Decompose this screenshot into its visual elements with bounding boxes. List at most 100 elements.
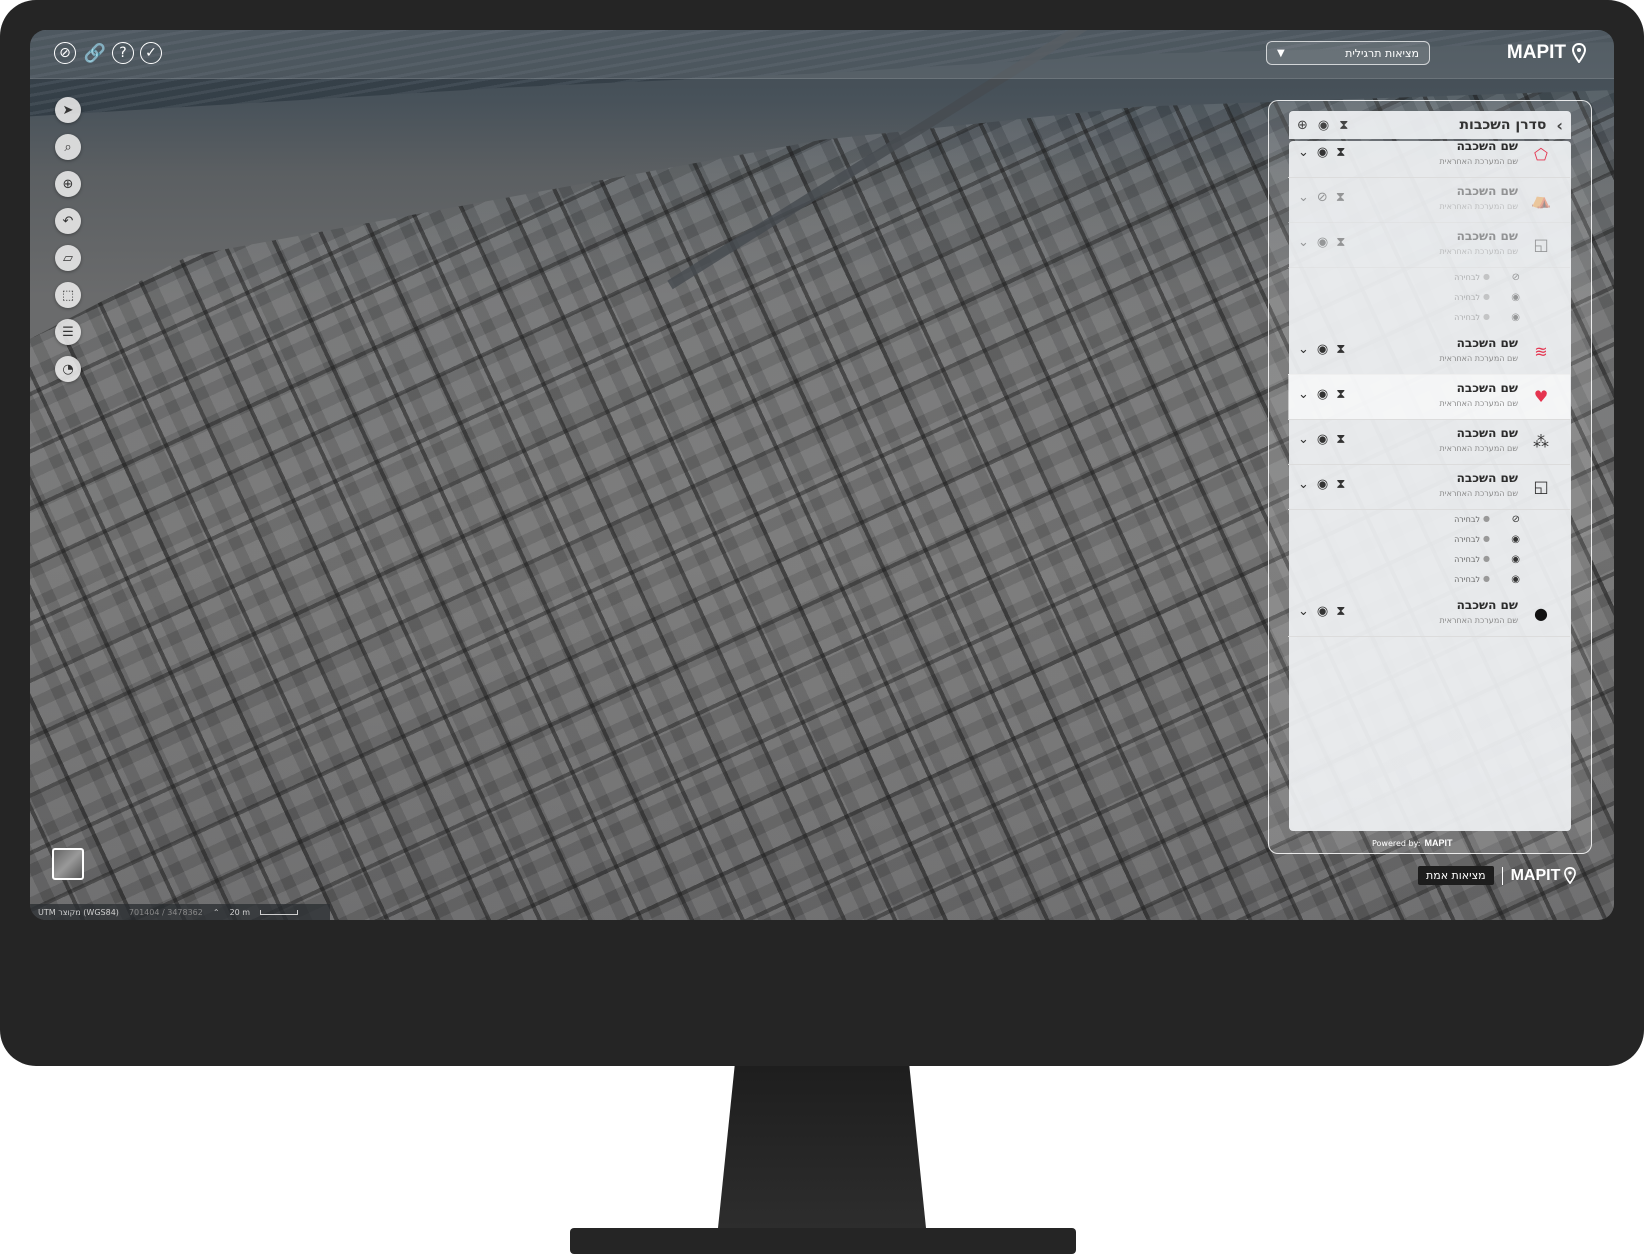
- monitor-frame: ⊘ 🔗 ? ✓ מציאות תרגילית ▼ MAPIT ➤ ⌕ ⊕ ↶ ▱…: [0, 0, 1644, 1066]
- layer-row[interactable]: ⌄ ◉ ⧗ ≋ שם השכבה שם המערכת האחראית: [1288, 329, 1570, 375]
- basemap-toggle[interactable]: [52, 848, 84, 880]
- logo-text: MAPIT: [1506, 42, 1566, 63]
- coordinates-readout: 701404 / 3478362: [128, 907, 203, 917]
- square-icon: ◱: [1533, 234, 1549, 254]
- area-select-icon[interactable]: ⬚: [55, 282, 81, 308]
- eye-icon[interactable]: ◉: [1511, 554, 1520, 565]
- satellite-off-icon[interactable]: ⊘: [54, 42, 76, 64]
- dot-icon: ●: [1483, 534, 1490, 543]
- help-icon[interactable]: ?: [112, 42, 134, 64]
- map-pin-icon: [1564, 867, 1577, 884]
- map-pin-icon: [1572, 43, 1586, 63]
- layers-gauge-icon[interactable]: ◔: [55, 356, 81, 382]
- crosshair-icon[interactable]: ⊕: [55, 171, 81, 197]
- eye-icon[interactable]: ◉: [1511, 534, 1520, 545]
- reality-badge[interactable]: מציאות אמת: [1418, 866, 1494, 885]
- sub-item-label: לבחירה: [1454, 535, 1480, 544]
- layer-sub-item[interactable]: ◉ ● לבחירה: [1288, 571, 1570, 591]
- projection-label[interactable]: UTM מקוצר (WGS84): [38, 908, 119, 917]
- filter-icon[interactable]: ⧗: [1336, 145, 1345, 160]
- eye-off-icon[interactable]: ⊘: [1512, 514, 1520, 525]
- ruler-icon[interactable]: ▱: [55, 245, 81, 271]
- scale-label: 20 m: [229, 907, 251, 917]
- chevron-down-icon[interactable]: ⌄: [1298, 477, 1309, 492]
- compass-icon[interactable]: ➤: [55, 97, 81, 123]
- layer-name: שם השכבה: [1456, 598, 1518, 612]
- eye-icon[interactable]: ◉: [1317, 387, 1328, 402]
- layer-sub-item[interactable]: ⊘ ● לבחירה: [1288, 511, 1570, 531]
- undo-icon[interactable]: ↶: [55, 208, 81, 234]
- layer-name: שם השכבה: [1456, 184, 1518, 198]
- add-layer-icon[interactable]: ⊕: [1297, 118, 1308, 133]
- layer-sub-item[interactable]: ◉ ● לבחירה: [1288, 531, 1570, 551]
- eye-icon[interactable]: ◉: [1317, 145, 1328, 160]
- chevron-up-icon[interactable]: ⌃: [213, 908, 220, 917]
- eye-icon[interactable]: ◉: [1317, 235, 1328, 250]
- filter-icon[interactable]: ⧗: [1336, 432, 1345, 447]
- eye-icon[interactable]: ◉: [1511, 292, 1520, 303]
- layer-sub-item[interactable]: ◉ ● לבחירה: [1288, 551, 1570, 571]
- layer-row[interactable]: ⌄ ⊘ ⧗ ⛺ שם השכבה שם המערכת האחראית: [1288, 177, 1570, 223]
- powered-by-logo: MAPIT: [1424, 838, 1453, 848]
- chevron-down-icon[interactable]: ⌄: [1298, 604, 1309, 619]
- divider: [1501, 866, 1503, 885]
- filter-icon[interactable]: ⧗: [1336, 604, 1345, 619]
- dot-icon: ●: [1483, 514, 1490, 523]
- check-circle-icon[interactable]: ✓: [140, 42, 162, 64]
- link-icon[interactable]: 🔗: [84, 42, 106, 64]
- eye-icon[interactable]: ◉: [1317, 477, 1328, 492]
- layer-system-name: שם המערכת האחראית: [1439, 489, 1518, 498]
- eye-icon[interactable]: ◉: [1317, 432, 1328, 447]
- sub-item-label: לבחירה: [1454, 575, 1480, 584]
- chevron-down-icon: ▼: [1277, 47, 1285, 59]
- layer-sub-item[interactable]: ◉ ● לבחירה: [1288, 309, 1570, 329]
- map-screen[interactable]: ⊘ 🔗 ? ✓ מציאות תרגילית ▼ MAPIT ➤ ⌕ ⊕ ↶ ▱…: [30, 30, 1614, 920]
- sub-item-label: לבחירה: [1454, 555, 1480, 564]
- chevron-down-icon[interactable]: ⌄: [1298, 342, 1309, 357]
- layer-system-name: שם המערכת האחראית: [1439, 247, 1518, 256]
- eye-icon[interactable]: ◉: [1317, 604, 1328, 619]
- square-icon: ◱: [1533, 476, 1549, 496]
- chevron-down-icon[interactable]: ⌄: [1298, 387, 1309, 402]
- eye-off-icon[interactable]: ⊘: [1317, 190, 1328, 205]
- layer-row[interactable]: ⌄ ◉ ⧗ ♥ שם השכבה שם המערכת האחראית: [1288, 374, 1570, 420]
- eye-icon[interactable]: ◉: [1511, 312, 1520, 323]
- powered-by: Powered by: MAPIT: [1372, 838, 1452, 848]
- filter-icon[interactable]: ⧗: [1336, 235, 1345, 250]
- layer-sub-item[interactable]: ◉ ● לבחירה: [1288, 289, 1570, 309]
- layer-controls: ⌄ ⊘ ⧗: [1298, 190, 1345, 205]
- layer-row[interactable]: ⌄ ◉ ⧗ ◱ שם השכבה שם המערכת האחראית: [1288, 464, 1570, 510]
- scenario-label: מציאות תרגילית: [1345, 46, 1419, 60]
- layer-controls: ⌄ ◉ ⧗: [1298, 432, 1345, 447]
- chevron-down-icon[interactable]: ⌄: [1298, 235, 1309, 250]
- eye-icon[interactable]: ◉: [1511, 574, 1520, 585]
- layer-row[interactable]: ⌄ ◉ ⧗ ⬠ שם השכבה שם המערכת האחראית: [1288, 132, 1570, 178]
- eye-icon[interactable]: ◉: [1318, 118, 1329, 133]
- dot-icon: ●: [1483, 554, 1490, 563]
- layer-row[interactable]: ⌄ ◉ ⧗ ● שם השכבה שם המערכת האחראית: [1288, 591, 1570, 637]
- filter-icon[interactable]: ⧗: [1336, 477, 1345, 492]
- filter-icon[interactable]: ⧗: [1336, 342, 1345, 357]
- layer-system-name: שם המערכת האחראית: [1439, 354, 1518, 363]
- chevron-down-icon[interactable]: ⌄: [1298, 145, 1309, 160]
- layer-system-name: שם המערכת האחראית: [1439, 157, 1518, 166]
- list-icon[interactable]: ☰: [55, 319, 81, 345]
- monitor-stand-base: [570, 1228, 1076, 1254]
- dot-icon: ●: [1483, 312, 1490, 321]
- filter-icon[interactable]: ⧗: [1336, 190, 1345, 205]
- eye-off-icon[interactable]: ⊘: [1512, 272, 1520, 283]
- tent-icon: ⛺: [1531, 189, 1551, 209]
- filter-icon[interactable]: ⧗: [1339, 118, 1348, 133]
- eye-icon[interactable]: ◉: [1317, 342, 1328, 357]
- search-icon[interactable]: ⌕: [55, 134, 81, 160]
- chevron-down-icon[interactable]: ⌄: [1298, 190, 1309, 205]
- layer-sub-item[interactable]: ⊘ ● לבחירה: [1288, 269, 1570, 289]
- layer-row[interactable]: ⌄ ◉ ⧗ ⁂ שם השכבה שם המערכת האחראית: [1288, 419, 1570, 465]
- filter-icon[interactable]: ⧗: [1336, 387, 1345, 402]
- layer-row[interactable]: ⌄ ◉ ⧗ ◱ שם השכבה שם המערכת האחראית: [1288, 222, 1570, 268]
- sub-item-label: לבחירה: [1454, 515, 1480, 524]
- scale-bar: [260, 909, 299, 915]
- reality-tag: מציאות אמת MAPIT: [1418, 866, 1577, 885]
- scenario-dropdown[interactable]: מציאות תרגילית ▼: [1266, 41, 1430, 65]
- chevron-down-icon[interactable]: ⌄: [1298, 432, 1309, 447]
